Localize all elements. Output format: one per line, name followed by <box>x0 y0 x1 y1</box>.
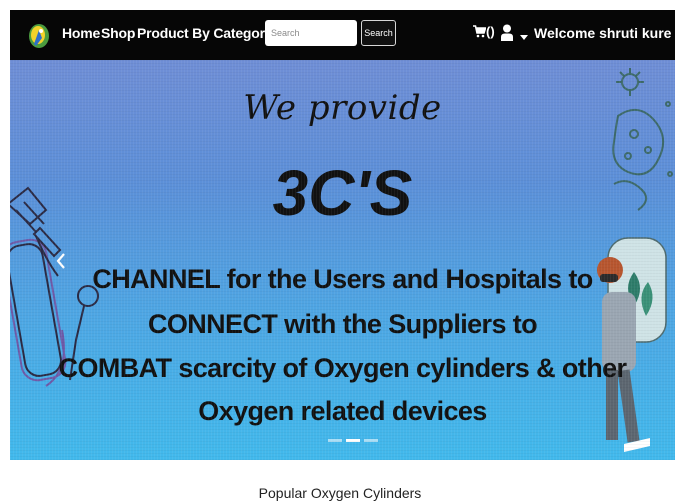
hero-line-channel: CHANNEL for the Users and Hospitals to <box>92 264 593 294</box>
cart-count: () <box>486 24 495 39</box>
user-icon[interactable] <box>501 24 513 46</box>
caret-down-icon[interactable] <box>520 28 528 46</box>
page: Home Shop Product By Category Search () … <box>0 0 680 503</box>
nav-shop-link[interactable]: Shop <box>101 25 135 41</box>
hero-line-connect: CONNECT with the Suppliers to <box>147 309 538 339</box>
carousel-indicator-3[interactable] <box>364 439 378 442</box>
hero-carousel: We provide 3C'S CHANNEL for the Users an… <box>10 60 675 460</box>
hero-tagline: We provide <box>243 88 442 128</box>
nav-home-link[interactable]: Home <box>62 25 100 41</box>
hero-line-combat: COMBAT scarcity of Oxygen cylinders & ot… <box>58 353 627 383</box>
section-title: Popular Oxygen Cylinders <box>258 485 422 501</box>
carousel-indicator-2[interactable] <box>346 439 360 442</box>
search-button[interactable]: Search <box>361 20 396 46</box>
hero-line-devices: Oxygen related devices <box>198 396 487 426</box>
carousel-prev-icon[interactable] <box>54 248 68 274</box>
cart-link[interactable]: () <box>473 24 495 39</box>
welcome-user-menu[interactable]: Welcome shruti kure <box>534 25 671 41</box>
nav-product-by-category-link[interactable]: Product By Category <box>137 25 273 41</box>
carousel-indicator-1[interactable] <box>328 439 342 442</box>
hero-headline: 3C'S <box>272 157 413 229</box>
navbar: Home Shop Product By Category Search () … <box>10 10 675 60</box>
brand-logo-icon[interactable] <box>26 22 52 50</box>
cart-icon <box>473 25 487 38</box>
search-input[interactable] <box>265 20 357 46</box>
